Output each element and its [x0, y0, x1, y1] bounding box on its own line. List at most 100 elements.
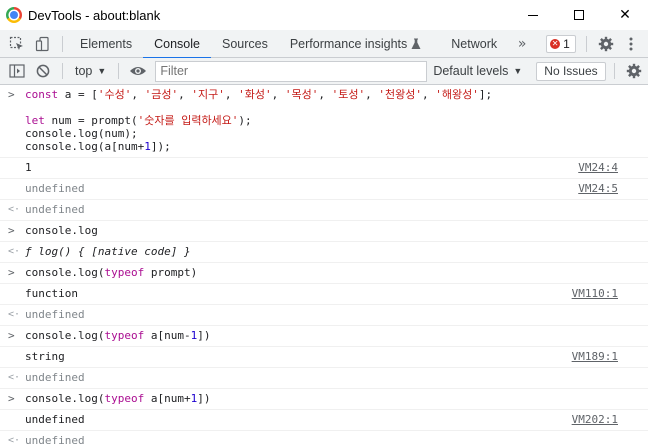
source-link[interactable]: VM24:5 [578, 182, 618, 195]
code-token: 1 [144, 140, 151, 153]
result-arrow-icon: <· [8, 372, 21, 383]
source-link[interactable]: VM24:4 [578, 161, 618, 174]
clear-console-button[interactable] [30, 57, 56, 85]
more-tabs-button[interactable]: » [508, 36, 536, 52]
console-result-value: undefined [25, 203, 85, 216]
console-message-row: > const a = ['수성', '금성', '지구', '화성', '목성'… [0, 85, 648, 158]
code-token: , [131, 88, 145, 101]
dropdown-caret-icon: ▼ [97, 66, 107, 76]
devtools-tab-bar: Elements Console Sources Performance ins… [0, 30, 648, 59]
console-input-code: console.log [25, 224, 98, 237]
code-token: console.log [25, 224, 98, 237]
console-message-row: > console.log [0, 221, 648, 242]
code-token: prompt) [144, 266, 198, 279]
more-options-button[interactable] [619, 30, 643, 58]
settings-button[interactable] [593, 30, 619, 58]
console-message-row: 1 VM24:4 [0, 158, 648, 179]
result-arrow-icon: <· [8, 204, 21, 215]
gear-icon [626, 63, 641, 79]
toolbar-divider [613, 63, 615, 79]
gear-icon [598, 36, 613, 51]
minimize-button[interactable] [510, 0, 556, 30]
tab-console[interactable]: Console [143, 30, 211, 59]
flask-icon [411, 38, 421, 49]
console-message-row: <· undefined [0, 305, 648, 326]
console-log-text: string [25, 350, 65, 363]
log-levels-label: Default levels [433, 64, 509, 78]
code-token: ]); [150, 140, 171, 153]
console-filter-input[interactable] [155, 60, 428, 82]
issues-button[interactable]: No Issues [536, 61, 606, 81]
console-input-code: console.log(typeof prompt) [25, 266, 197, 279]
code-token: , [271, 88, 285, 101]
console-log-text: 1 [25, 161, 32, 174]
console-input-code: const a = ['수성', '금성', '지구', '화성', '목성',… [25, 88, 492, 153]
maximize-button[interactable] [556, 0, 602, 30]
console-message-row: undefined VM24:5 [0, 179, 648, 200]
code-token: , [178, 88, 192, 101]
show-sidebar-button[interactable] [4, 57, 30, 85]
console-settings-button[interactable] [621, 57, 647, 85]
console-log-text: function [25, 287, 78, 300]
code-token: a[num+ [144, 392, 191, 405]
result-arrow-icon: <· [8, 309, 21, 320]
window-controls: ✕ [510, 0, 648, 30]
error-count-badge[interactable]: ✕ 1 [546, 34, 576, 53]
code-token: ]) [197, 392, 211, 405]
code-token: ]) [197, 329, 211, 342]
console-log-text: undefined [25, 182, 85, 195]
maximize-icon [574, 10, 584, 20]
log-levels-dropdown[interactable]: Default levels ▼ [433, 64, 522, 78]
code-token: '화성' [238, 88, 272, 101]
code-token: , [365, 88, 379, 101]
code-token: , [224, 88, 239, 101]
tab-performance-insights[interactable]: Performance insights [279, 30, 432, 58]
console-message-row: <· undefined [0, 200, 648, 221]
toolbar-divider [62, 35, 63, 52]
device-toolbar-button[interactable] [30, 30, 56, 58]
close-button[interactable]: ✕ [602, 0, 648, 30]
close-icon: ✕ [619, 7, 631, 23]
source-link[interactable]: VM202:1 [572, 413, 618, 426]
tab-performance-insights-label: Performance insights [289, 36, 408, 51]
console-message-row: > console.log(typeof a[num-1]) [0, 326, 648, 347]
console-output[interactable]: > const a = ['수성', '금성', '지구', '화성', '목성'… [0, 85, 648, 446]
code-token: '금성' [144, 88, 179, 101]
code-token: a[num- [144, 329, 191, 342]
window-title-bar: DevTools - about:blank ✕ [0, 0, 648, 30]
sidebar-toggle-icon [9, 64, 25, 78]
code-token: typeof [104, 329, 145, 342]
console-input-code: console.log(typeof a[num+1]) [25, 392, 210, 405]
console-message-row: <· ƒ log() { [native code] } [0, 242, 648, 263]
code-token: let [25, 114, 45, 127]
console-message-row: string VM189:1 [0, 347, 648, 368]
command-prompt-icon: > [8, 392, 15, 405]
code-token: ƒ log() { [native code] } [25, 245, 191, 258]
code-token: '천왕성' [378, 88, 422, 101]
result-arrow-icon: <· [8, 435, 21, 446]
window-title: DevTools - about:blank [28, 7, 161, 23]
context-value: top [75, 64, 93, 78]
code-token: '숫자를 입력하세요' [137, 114, 239, 127]
code-token: console.log( [25, 329, 105, 342]
code-token: const [25, 88, 59, 101]
code-token: typeof [104, 392, 145, 405]
error-count: 1 [563, 36, 570, 51]
error-icon: ✕ [550, 38, 561, 49]
live-expression-button[interactable] [125, 57, 151, 85]
tab-sources[interactable]: Sources [211, 30, 279, 58]
command-prompt-icon: > [8, 88, 15, 101]
source-link[interactable]: VM110:1 [572, 287, 618, 300]
tab-network[interactable]: Network [440, 30, 508, 58]
tab-elements[interactable]: Elements [69, 30, 143, 58]
eye-icon [130, 67, 147, 75]
inspect-element-button[interactable] [4, 30, 30, 58]
source-link[interactable]: VM189:1 [572, 350, 618, 363]
code-token: '수성' [97, 88, 132, 101]
javascript-context-select[interactable]: top ▼ [69, 64, 112, 78]
console-log-text: undefined [25, 413, 85, 426]
console-message-row: > console.log(typeof prompt) [0, 263, 648, 284]
code-token: console.log( [25, 266, 105, 279]
code-token: , [421, 88, 436, 101]
minimize-icon [528, 14, 538, 16]
